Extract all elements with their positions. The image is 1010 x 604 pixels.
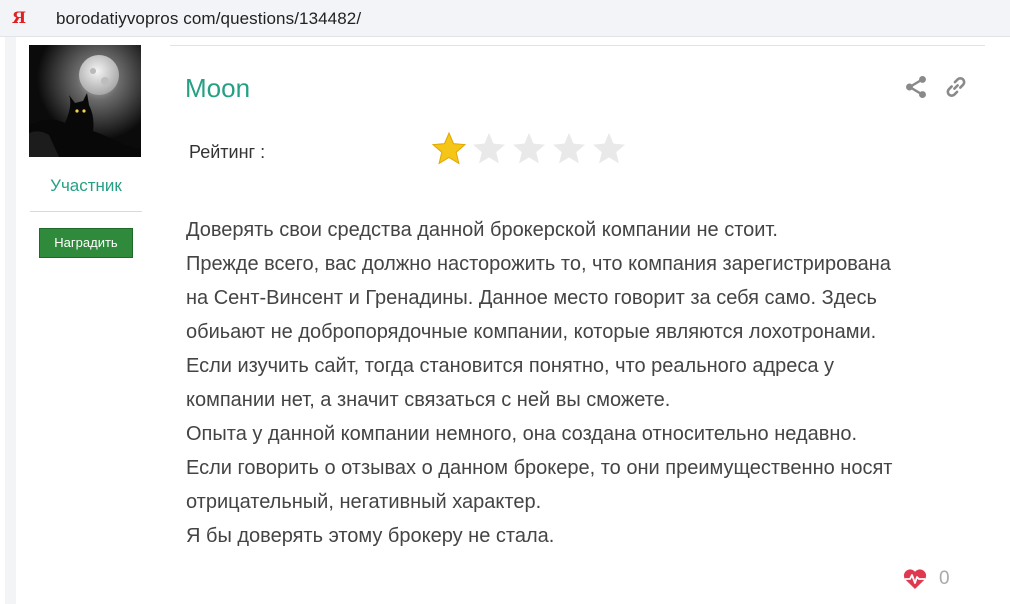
link-icon[interactable] [943,74,969,100]
post-line: компании нет, а значит связаться с ней в… [186,389,671,411]
post-line: отрицательный, негативный характер. [186,491,542,513]
rating-stars [431,131,631,169]
star-icon[interactable] [431,131,467,167]
post-line: Доверять свои средства данной брокерской… [186,219,778,241]
post-line: обиьают не добропорядочные компании, кот… [186,321,877,343]
url-field[interactable]: borodatiyvopros com/questions/134482/ [56,9,361,29]
moon-cat-avatar-image [29,45,141,157]
post-body: Доверять свои средства данной брокерской… [186,213,976,553]
browser-address-bar: Я borodatiyvopros com/questions/134482/ [0,0,1010,37]
post-line: Прежде всего, вас должно насторожить то,… [186,253,891,275]
star-icon[interactable] [551,131,587,167]
sidebar-divider [30,211,142,212]
user-role: Участник [50,176,122,195]
post-line: Я бы доверять этому брокеру не стала. [186,525,555,547]
star-icon[interactable] [511,131,547,167]
star-icon[interactable] [471,131,507,167]
post-top-divider [170,45,985,46]
heart-pulse-icon[interactable] [902,567,928,591]
like-count: 0 [939,568,950,589]
post-line: Опыта у данной компании немного, она соз… [186,423,858,445]
post-line: на Сент-Винсент и Гренадины. Данное мест… [186,287,877,309]
share-icon[interactable] [903,74,929,100]
star-icon[interactable] [591,131,627,167]
avatar[interactable] [29,45,141,157]
post-line: Если изучить сайт, тогда становится поня… [186,355,835,377]
rating-label: Рейтинг : [189,142,266,162]
page-left-gutter [5,37,16,604]
post-line: Если говорить о отзывах о данном брокере… [186,457,893,479]
author-name[interactable]: Moon [185,73,250,104]
yandex-y-icon[interactable]: Я [9,8,29,28]
reward-button[interactable]: Наградить [39,228,133,258]
